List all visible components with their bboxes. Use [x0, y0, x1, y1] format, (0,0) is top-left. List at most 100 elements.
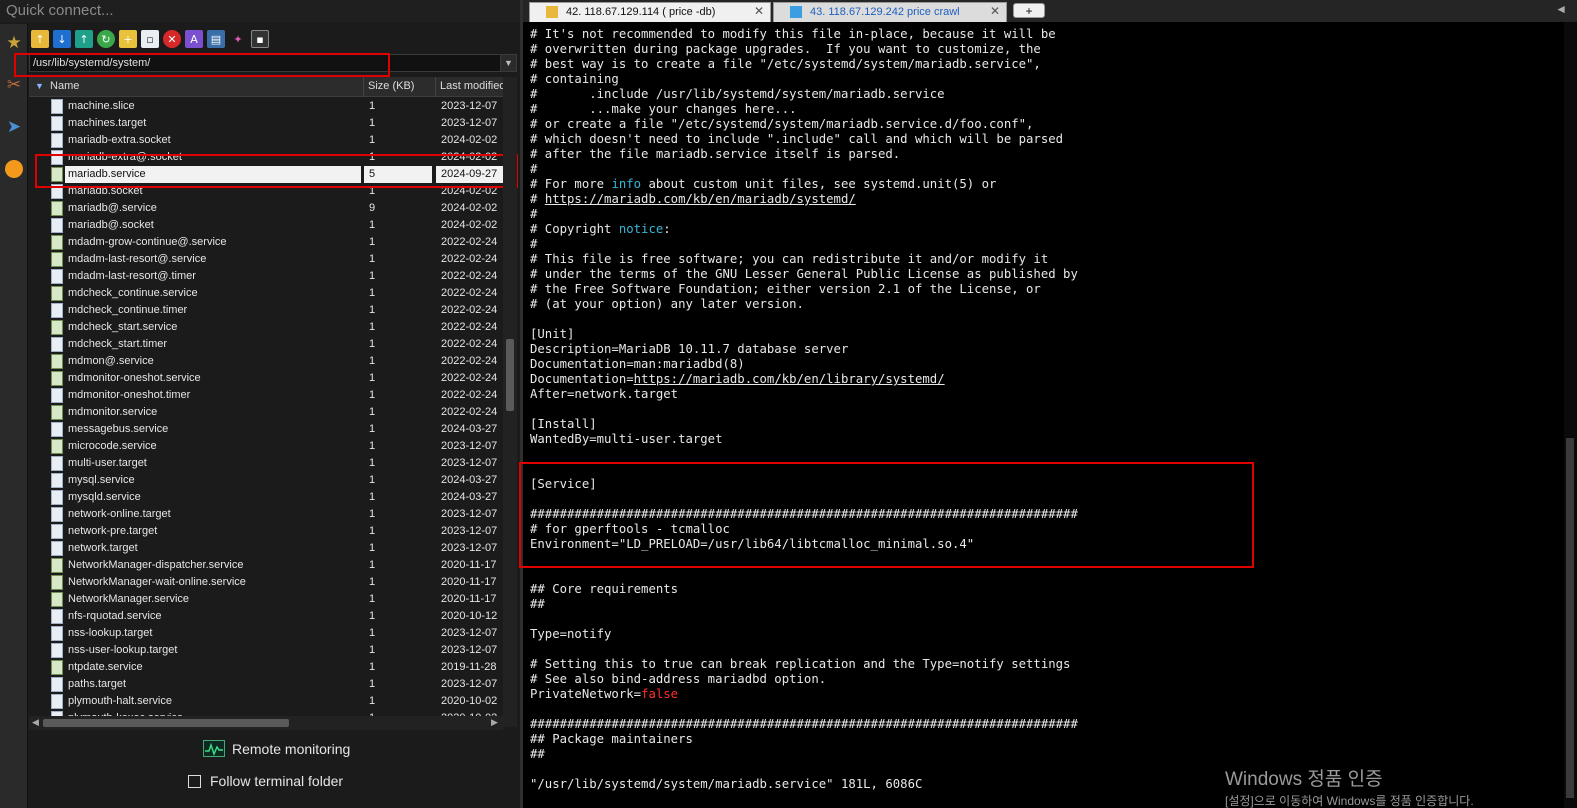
- properties-icon[interactable]: ▤: [207, 30, 225, 48]
- file-list-vertical-scrollbar[interactable]: [503, 77, 517, 727]
- file-row[interactable]: nfs-rquotad.service 1 2020-10-12: [29, 608, 503, 625]
- terminal-line: ## Core requirements: [530, 582, 678, 597]
- file-row[interactable]: microcode.service 1 2023-12-07: [29, 438, 503, 455]
- upload-icon[interactable]: ↑: [75, 30, 93, 48]
- file-date: 2020-11-17: [441, 559, 497, 571]
- file-row[interactable]: mdcheck_continue.timer 1 2022-02-24: [29, 302, 503, 319]
- file-icon: [51, 133, 63, 148]
- terminal-line: # the Free Software Foundation; either v…: [530, 282, 1041, 297]
- close-icon[interactable]: ✕: [754, 4, 764, 18]
- new-folder-icon[interactable]: +: [119, 30, 137, 48]
- file-row[interactable]: mysql.service 1 2024-03-27: [29, 472, 503, 489]
- file-date: 2024-03-27: [441, 491, 498, 503]
- chevron-down-icon[interactable]: ▼: [500, 55, 516, 71]
- refresh-icon[interactable]: ↻: [97, 30, 115, 48]
- file-row[interactable]: mysqld.service 1 2024-03-27: [29, 489, 503, 506]
- terminal-line: # For more info about custom unit files,…: [530, 177, 996, 192]
- tab-session-42[interactable]: 42. 118.67.129.114 ( price -db) ✕: [529, 2, 771, 22]
- file-row[interactable]: mariadb@.socket 1 2024-02-02: [29, 217, 503, 234]
- terminal-text: # which doesn't need to include ".includ…: [530, 132, 1064, 146]
- delete-icon[interactable]: ✕: [163, 30, 181, 48]
- column-name[interactable]: ▼ Name: [29, 77, 364, 97]
- file-row[interactable]: mdcheck_start.timer 1 2022-02-24: [29, 336, 503, 353]
- follow-terminal-folder-label: Follow terminal folder: [210, 773, 344, 789]
- checkbox-box[interactable]: [188, 775, 201, 788]
- file-row[interactable]: messagebus.service 1 2024-03-27: [29, 421, 503, 438]
- file-row[interactable]: mdcheck_continue.service 1 2022-02-24: [29, 285, 503, 302]
- file-row[interactable]: machines.target 1 2023-12-07: [29, 115, 503, 132]
- rename-icon[interactable]: A: [185, 30, 203, 48]
- file-row[interactable]: nss-lookup.target 1 2023-12-07: [29, 625, 503, 642]
- file-row[interactable]: machine.slice 1 2023-12-07: [29, 98, 503, 115]
- file-row[interactable]: NetworkManager-wait-online.service 1 2020-…: [29, 574, 503, 591]
- file-row[interactable]: mdmonitor.service 1 2022-02-24: [29, 404, 503, 421]
- path-input[interactable]: /usr/lib/systemd/system/ ▼: [29, 54, 517, 72]
- file-date: 2020-11-17: [441, 576, 497, 588]
- new-file-icon[interactable]: ▫: [141, 30, 159, 48]
- folder-up-icon[interactable]: ↑: [31, 30, 49, 48]
- terminal-scrollbar[interactable]: [1564, 22, 1577, 808]
- file-row[interactable]: mariadb-extra.socket 1 2024-02-02: [29, 132, 503, 149]
- file-row[interactable]: nss-user-lookup.target 1 2023-12-07: [29, 642, 503, 659]
- file-size: 1: [369, 321, 376, 333]
- terminal-line: Documentation=man:mariadbd(8): [530, 357, 745, 372]
- file-row[interactable]: paths.target 1 2023-12-07: [29, 676, 503, 693]
- file-size: 1: [369, 236, 376, 248]
- column-size[interactable]: Size (KB): [364, 77, 436, 97]
- script-file-icon: [51, 252, 63, 267]
- wand-icon[interactable]: ✦: [229, 30, 247, 48]
- file-row[interactable]: mariadb.socket 1 2024-02-02: [29, 183, 503, 200]
- chevron-right-icon[interactable]: ▶: [491, 717, 498, 728]
- file-row[interactable]: mariadb@.service 9 2024-02-02: [29, 200, 503, 217]
- file-row[interactable]: mdadm-grow-continue@.service 1 2022-02-24: [29, 234, 503, 251]
- file-row[interactable]: mariadb.service 5 2024-09-27: [29, 166, 503, 183]
- quick-connect-input[interactable]: Quick connect...: [0, 0, 520, 22]
- tools-icon[interactable]: ✂: [3, 74, 25, 96]
- chevron-left-icon[interactable]: ◀: [32, 717, 39, 728]
- file-row[interactable]: multi-user.target 1 2023-12-07: [29, 455, 503, 472]
- terminal-text: ## Package maintainers: [530, 732, 693, 746]
- star-icon[interactable]: ★: [3, 32, 25, 54]
- file-list-horizontal-scrollbar[interactable]: ◀ ▶: [29, 716, 503, 730]
- script-file-icon: [51, 320, 63, 335]
- file-row[interactable]: mdadm-last-resort@.service 1 2022-02-24: [29, 251, 503, 268]
- file-row[interactable]: network-online.target 1 2023-12-07: [29, 506, 503, 523]
- file-name: nss-user-lookup.target: [68, 644, 178, 656]
- terminal-output[interactable]: # It's not recommended to modify this fi…: [519, 22, 1564, 808]
- file-size: 5: [369, 168, 376, 180]
- scrollbar-thumb[interactable]: [43, 719, 289, 727]
- file-row[interactable]: network.target 1 2023-12-07: [29, 540, 503, 557]
- terminal-icon[interactable]: ▪: [251, 30, 269, 48]
- file-row[interactable]: ntpdate.service 1 2019-11-28: [29, 659, 503, 676]
- terminal-text: Documentation=: [530, 372, 634, 386]
- file-row[interactable]: network-pre.target 1 2023-12-07: [29, 523, 503, 540]
- close-icon[interactable]: ✕: [990, 4, 1000, 18]
- scrollbar-thumb[interactable]: [1566, 438, 1574, 798]
- script-file-icon: [51, 167, 63, 182]
- file-row[interactable]: mdmonitor-oneshot.service 1 2022-02-24: [29, 370, 503, 387]
- new-tab-button[interactable]: +: [1013, 3, 1045, 18]
- scrollbar-thumb[interactable]: [506, 339, 514, 411]
- tab-label: 43. 118.67.129.242 price crawl: [810, 6, 960, 18]
- file-row[interactable]: mdmonitor-oneshot.timer 1 2022-02-24: [29, 387, 503, 404]
- file-row[interactable]: NetworkManager-dispatcher.service 1 2020-1…: [29, 557, 503, 574]
- file-date: 2023-12-07: [441, 678, 498, 690]
- file-size: 1: [369, 508, 376, 520]
- file-size: 1: [369, 185, 376, 197]
- column-modified[interactable]: Last modified: [436, 77, 503, 97]
- download-icon[interactable]: ↓: [53, 30, 71, 48]
- telegram-icon[interactable]: ➤: [3, 116, 25, 138]
- file-row[interactable]: mdmon@.service 1 2022-02-24: [29, 353, 503, 370]
- file-row[interactable]: plymouth-halt.service 1 2020-10-02: [29, 693, 503, 710]
- terminal-line: WantedBy=multi-user.target: [530, 432, 723, 447]
- orange-globe-icon[interactable]: [3, 158, 25, 180]
- tab-menu-icon[interactable]: ◄: [1555, 2, 1567, 16]
- terminal-line: "/usr/lib/systemd/system/mariadb.service…: [530, 777, 922, 792]
- terminal-line: ##: [530, 747, 545, 762]
- file-name: mariadb.socket: [68, 185, 143, 197]
- file-row[interactable]: NetworkManager.service 1 2020-11-17: [29, 591, 503, 608]
- file-row[interactable]: mdcheck_start.service 1 2022-02-24: [29, 319, 503, 336]
- tab-session-43[interactable]: 43. 118.67.129.242 price crawl ✕: [773, 2, 1007, 22]
- file-row[interactable]: mariadb-extra@.socket 1 2024-02-02: [29, 149, 503, 166]
- file-row[interactable]: mdadm-last-resort@.timer 1 2022-02-24: [29, 268, 503, 285]
